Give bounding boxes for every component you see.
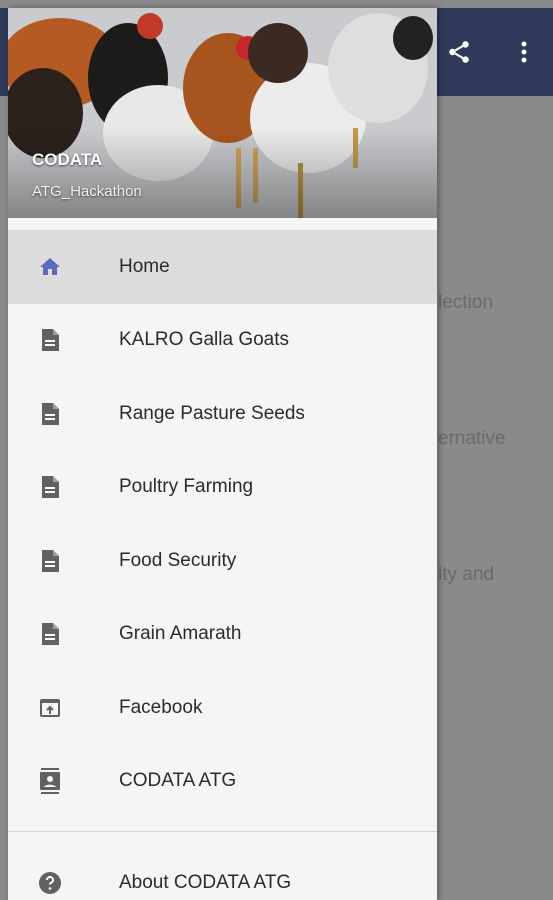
menu-item-about-codata-atg[interactable]: About CODATA ATG bbox=[8, 848, 437, 900]
menu-item-label: Poultry Farming bbox=[119, 476, 254, 498]
document-icon bbox=[38, 622, 62, 646]
header-shade bbox=[8, 128, 437, 218]
help-icon bbox=[38, 871, 62, 895]
menu-item-label: About CODATA ATG bbox=[119, 872, 292, 893]
menu-item-label: Range Pasture Seeds bbox=[119, 402, 305, 424]
menu-divider bbox=[8, 831, 437, 832]
menu-item-label: Grain Amarath bbox=[119, 623, 242, 645]
background-text: lection bbox=[438, 292, 493, 313]
menu-item-grain-amarath[interactable]: Grain Amarath bbox=[8, 598, 437, 672]
contacts-icon bbox=[38, 768, 62, 795]
share-icon[interactable] bbox=[443, 36, 475, 68]
menu-item-label: Home bbox=[119, 255, 170, 277]
menu-item-label: Facebook bbox=[119, 696, 203, 718]
menu-item-home[interactable]: Home bbox=[8, 230, 437, 304]
drawer-header: CODATA ATG_Hackathon bbox=[8, 8, 437, 218]
drawer-menu: Home KALRO Galla Goats Range Pasture See… bbox=[8, 230, 437, 818]
document-icon bbox=[38, 402, 62, 426]
document-icon bbox=[38, 475, 62, 499]
drawer-subtitle: ATG_Hackathon bbox=[32, 183, 142, 200]
background-text: ernative bbox=[438, 428, 506, 449]
background-text: ity and bbox=[438, 564, 494, 585]
document-icon bbox=[38, 328, 62, 352]
document-icon bbox=[38, 549, 62, 573]
drawer-title: CODATA bbox=[32, 150, 103, 169]
open-in-browser-icon bbox=[38, 696, 62, 720]
navigation-drawer: CODATA ATG_Hackathon Home KALRO Galla Go… bbox=[8, 8, 437, 900]
menu-item-label: Food Security bbox=[119, 549, 237, 571]
menu-item-label: KALRO Galla Goats bbox=[119, 329, 290, 351]
home-icon bbox=[38, 255, 62, 279]
menu-item-codata-atg[interactable]: CODATA ATG bbox=[8, 745, 437, 819]
menu-item-kalro-galla-goats[interactable]: KALRO Galla Goats bbox=[8, 304, 437, 378]
menu-item-facebook[interactable]: Facebook bbox=[8, 671, 437, 745]
menu-item-poultry-farming[interactable]: Poultry Farming bbox=[8, 451, 437, 525]
menu-item-range-pasture-seeds[interactable]: Range Pasture Seeds bbox=[8, 377, 437, 451]
more-options-icon[interactable] bbox=[508, 36, 540, 68]
menu-item-food-security[interactable]: Food Security bbox=[8, 524, 437, 598]
menu-item-label: CODATA ATG bbox=[119, 770, 237, 792]
